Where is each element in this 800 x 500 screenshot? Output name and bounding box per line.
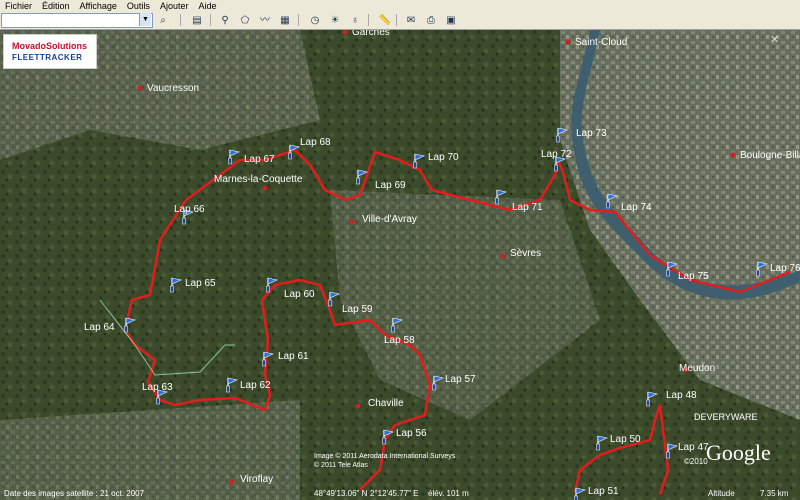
place-label: Boulogne-Billancourt: [740, 150, 800, 161]
lap-label: Lap 75: [678, 271, 709, 282]
satellite-map[interactable]: Garches Saint-Cloud Vaucresson Boulogne-…: [0, 30, 800, 500]
credit-line: Image © 2011 Aerodata International Surv…: [314, 453, 456, 460]
elevation: élév. 101 m: [428, 489, 469, 498]
toolbar-separator: [298, 14, 299, 26]
watermark: DEVERYWARE: [694, 412, 758, 422]
place-label: Chaville: [368, 398, 404, 409]
menu-bar: Fichier Édition Affichage Outils Ajouter…: [0, 0, 800, 12]
polygon-icon[interactable]: ⬠: [236, 13, 254, 29]
email-icon[interactable]: ✉: [402, 13, 420, 29]
lap-label: Lap 57: [445, 374, 476, 385]
longitude: 2°12'45.77" E: [370, 489, 419, 498]
menu-affichage[interactable]: Affichage: [75, 1, 122, 11]
credit-line: © 2011 Tele Atlas: [314, 462, 368, 469]
google-logo: Google: [706, 440, 771, 465]
lap-label: Lap 72: [541, 149, 572, 160]
toolbar-separator: [368, 14, 369, 26]
search-field-wrapper: ▼: [1, 13, 151, 26]
placemark-icon[interactable]: ⚲: [216, 13, 234, 29]
planet-icon[interactable]: ♁: [346, 13, 364, 29]
path-icon[interactable]: 〰: [256, 13, 274, 29]
copyright-year: ©2010: [684, 457, 708, 466]
lap-label: Lap 71: [512, 202, 543, 213]
lap-label: Lap 65: [185, 278, 216, 289]
menu-ajouter[interactable]: Ajouter: [155, 1, 194, 11]
lap-label: Lap 63: [142, 382, 173, 393]
place-label: Ville-d'Avray: [362, 214, 417, 225]
close-icon[interactable]: ✕: [770, 33, 779, 46]
lap-label: Lap 50: [610, 434, 641, 445]
place-label: Marnes-la-Coquette: [214, 174, 303, 185]
lap-label: Lap 70: [428, 152, 459, 163]
menu-outils[interactable]: Outils: [122, 1, 155, 11]
lap-label: Lap 69: [375, 180, 406, 191]
status-bar: Date des images satellite : 21 oct. 2007…: [0, 488, 800, 500]
lap-label: Lap 66: [174, 204, 205, 215]
fleet-tracker-logo: MovadoSolutions FLEETTRACKER: [3, 34, 97, 69]
lap-label: Lap 58: [384, 335, 415, 346]
sun-icon[interactable]: ☀: [326, 13, 344, 29]
lap-label: Lap 64: [84, 322, 115, 333]
toolbar-separator: [396, 14, 397, 26]
lap-label: Lap 62: [240, 380, 271, 391]
overlay-icon[interactable]: ▦: [276, 13, 294, 29]
lap-label: Lap 47: [678, 442, 709, 453]
lap-label: Lap 59: [342, 304, 373, 315]
logo-text: MovadoSolutions: [12, 41, 87, 51]
toolbar-separator: [180, 14, 181, 26]
sidebar-icon[interactable]: ▤: [188, 13, 206, 29]
lap-label: Lap 48: [666, 390, 697, 401]
logo-text: FLEETTRACKER: [12, 53, 83, 62]
lap-label: Lap 60: [284, 289, 315, 300]
latitude: 48°49'13.06" N: [314, 489, 368, 498]
lap-label: Lap 74: [621, 202, 652, 213]
toolbar: ▼ ⌕ ▤ ⚲ ⬠ 〰 ▦ ◷ ☀ ♁ 📏 ✉ ⎙ ▣: [0, 12, 800, 30]
toolbar-separator: [210, 14, 211, 26]
place-label: Vaucresson: [147, 83, 199, 94]
ruler-icon[interactable]: 📏: [376, 13, 394, 29]
lap-label: Lap 56: [396, 428, 427, 439]
lap-label: Lap 67: [244, 154, 275, 165]
menu-edition[interactable]: Édition: [37, 1, 75, 11]
altitude-value: 7.35 km: [760, 489, 789, 498]
search-dropdown-icon[interactable]: ▼: [139, 13, 151, 26]
lap-label: Lap 76: [770, 263, 800, 274]
place-label: Garches: [352, 30, 390, 38]
place-label: Sèvres: [510, 248, 541, 259]
place-label: Saint-Cloud: [575, 37, 627, 48]
print-icon[interactable]: ⎙: [422, 13, 440, 29]
maps-icon[interactable]: ▣: [442, 13, 460, 29]
altitude-label: Altitude: [708, 489, 735, 498]
lap-label: Lap 68: [300, 137, 331, 148]
menu-aide[interactable]: Aide: [193, 1, 221, 11]
history-icon[interactable]: ◷: [306, 13, 324, 29]
search-icon[interactable]: ⌕: [154, 13, 172, 29]
lap-label: Lap 73: [576, 128, 607, 139]
imagery-credits: Image © 2011 Aerodata International Surv…: [314, 452, 455, 470]
place-label: Meudon: [679, 363, 715, 374]
place-label: Viroflay: [240, 474, 273, 485]
imagery-date: Date des images satellite : 21 oct. 2007: [4, 489, 145, 498]
lap-label: Lap 61: [278, 351, 309, 362]
menu-fichier[interactable]: Fichier: [0, 1, 37, 11]
